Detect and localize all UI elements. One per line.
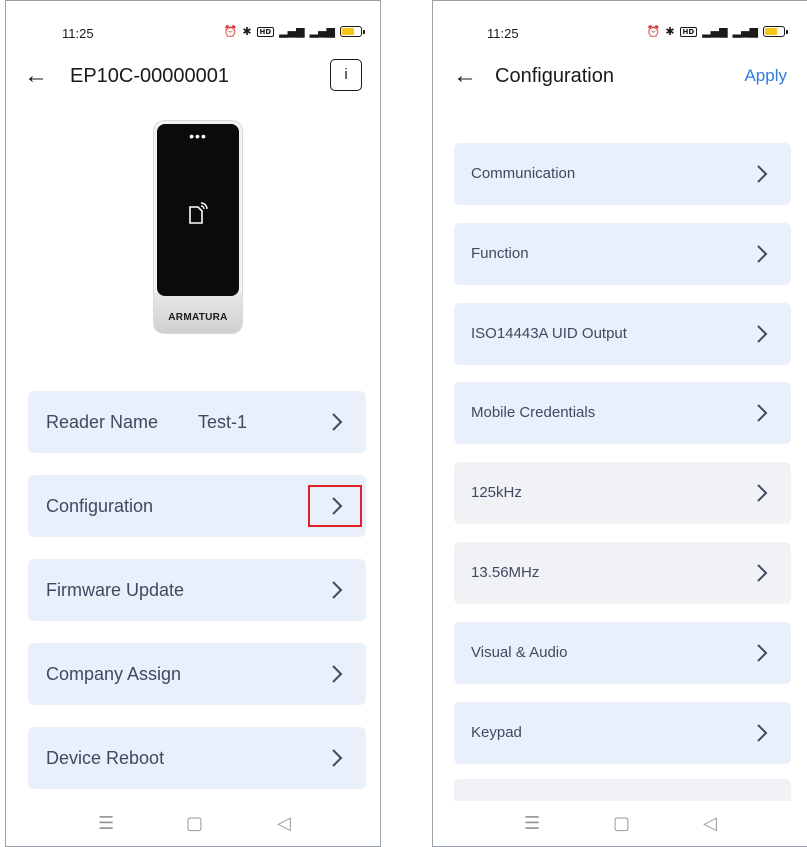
device-detail-screen: 11:25 ⏰ ✱ HD ▂▄▆ ▂▄▆ ← EP10C-00000001 i … xyxy=(5,0,381,847)
alarm-icon: ⏰ xyxy=(223,25,238,38)
square-home-icon[interactable]: ▢ xyxy=(186,813,203,834)
menu-lines-icon[interactable]: ☰ xyxy=(98,813,114,834)
row-label: Device Reboot xyxy=(46,748,165,768)
row-label: Configuration xyxy=(46,496,154,516)
chevron-right-icon xyxy=(332,581,343,599)
row-label: 13.56MHz xyxy=(471,564,540,581)
status-icons: ⏰ ✱ HD ▂▄▆ ▂▄▆ xyxy=(646,25,788,38)
menu-lines-icon[interactable]: ☰ xyxy=(524,813,540,834)
status-bar: 11:25 ⏰ ✱ HD ▂▄▆ ▂▄▆ xyxy=(433,1,807,61)
row-label: Visual & Audio xyxy=(471,644,568,661)
system-nav-bar: ☰ ▢ ◁ xyxy=(6,801,380,846)
next-row-partial xyxy=(454,779,791,803)
bluetooth-icon: ✱ xyxy=(242,25,252,38)
alarm-icon: ⏰ xyxy=(646,25,661,38)
hd-icon: HD xyxy=(256,26,275,37)
row-label: Mobile Credentials xyxy=(471,404,596,421)
config-row-mobile-credentials[interactable]: Mobile Credentials xyxy=(454,382,791,444)
app-header: ← Configuration Apply xyxy=(433,56,807,96)
chevron-right-icon xyxy=(757,724,768,742)
reader-device-image: ••• ARMATURA xyxy=(154,121,242,333)
app-header: ← EP10C-00000001 i xyxy=(6,56,380,96)
chevron-right-icon xyxy=(757,245,768,263)
row-label: Reader Name xyxy=(46,412,159,432)
config-row-function[interactable]: Function xyxy=(454,223,791,285)
row-label: Company Assign xyxy=(46,664,182,684)
device-indicator-dots: ••• xyxy=(189,128,207,144)
row-label: Communication xyxy=(471,165,576,182)
row-label: 125kHz xyxy=(471,484,522,501)
device-face: ••• xyxy=(157,124,239,296)
chevron-right-icon xyxy=(757,564,768,582)
menu-row-firmware-update[interactable]: Firmware Update xyxy=(28,559,366,621)
page-title: EP10C-00000001 xyxy=(70,65,230,87)
menu-row-device-reboot[interactable]: Device Reboot xyxy=(28,727,366,789)
triangle-back-icon[interactable]: ◁ xyxy=(277,813,291,834)
hd-icon: HD xyxy=(679,26,698,37)
chevron-right-icon xyxy=(757,404,768,422)
status-time: 11:25 xyxy=(62,26,94,41)
row-value: Test-1 xyxy=(198,412,248,432)
config-row-13-56mhz[interactable]: 13.56MHz xyxy=(454,542,791,604)
chevron-right-icon xyxy=(332,413,343,431)
bluetooth-icon: ✱ xyxy=(665,25,675,38)
system-nav-bar: ☰ ▢ ◁ xyxy=(433,801,807,846)
nfc-card-icon xyxy=(157,199,239,232)
back-arrow-icon[interactable]: ← xyxy=(24,56,48,96)
row-label: Firmware Update xyxy=(46,580,185,600)
config-row-keypad[interactable]: Keypad xyxy=(454,702,791,764)
chevron-right-icon xyxy=(757,325,768,343)
signal-icon-2: ▂▄▆ xyxy=(732,25,758,38)
page-title: Configuration xyxy=(495,65,614,87)
row-label: Keypad xyxy=(471,724,522,741)
config-row-uid-output[interactable]: ISO14443A UID Output xyxy=(454,303,791,365)
menu-row-configuration[interactable]: Configuration xyxy=(28,475,366,537)
menu-row-reader-name[interactable]: Reader Name Test-1 xyxy=(28,391,366,453)
chevron-right-icon xyxy=(332,665,343,683)
signal-icon: ▂▄▆ xyxy=(279,25,305,38)
device-brand-label: ARMATURA xyxy=(168,312,228,323)
row-label: Function xyxy=(471,245,529,262)
chevron-right-icon[interactable] xyxy=(326,495,348,517)
config-row-communication[interactable]: Communication xyxy=(454,143,791,205)
chevron-right-icon xyxy=(757,165,768,183)
chevron-right-icon xyxy=(757,484,768,502)
signal-icon-2: ▂▄▆ xyxy=(309,25,335,38)
battery-icon xyxy=(763,26,788,37)
triangle-back-icon[interactable]: ◁ xyxy=(703,813,717,834)
info-button[interactable]: i xyxy=(330,59,362,91)
config-row-125khz[interactable]: 125kHz xyxy=(454,462,791,524)
status-time: 11:25 xyxy=(487,26,519,41)
status-bar: 11:25 ⏰ ✱ HD ▂▄▆ ▂▄▆ xyxy=(6,1,380,61)
square-home-icon[interactable]: ▢ xyxy=(613,813,630,834)
back-arrow-icon[interactable]: ← xyxy=(453,56,477,96)
config-row-visual-audio[interactable]: Visual & Audio xyxy=(454,622,791,684)
row-label: ISO14443A UID Output xyxy=(471,325,627,342)
apply-button[interactable]: Apply xyxy=(744,56,787,96)
menu-row-company-assign[interactable]: Company Assign xyxy=(28,643,366,705)
chevron-right-icon xyxy=(332,749,343,767)
battery-icon xyxy=(340,26,365,37)
chevron-right-icon xyxy=(757,644,768,662)
signal-icon: ▂▄▆ xyxy=(702,25,728,38)
configuration-screen: 11:25 ⏰ ✱ HD ▂▄▆ ▂▄▆ ← Configuration App… xyxy=(432,0,807,847)
status-icons: ⏰ ✱ HD ▂▄▆ ▂▄▆ xyxy=(223,25,365,38)
